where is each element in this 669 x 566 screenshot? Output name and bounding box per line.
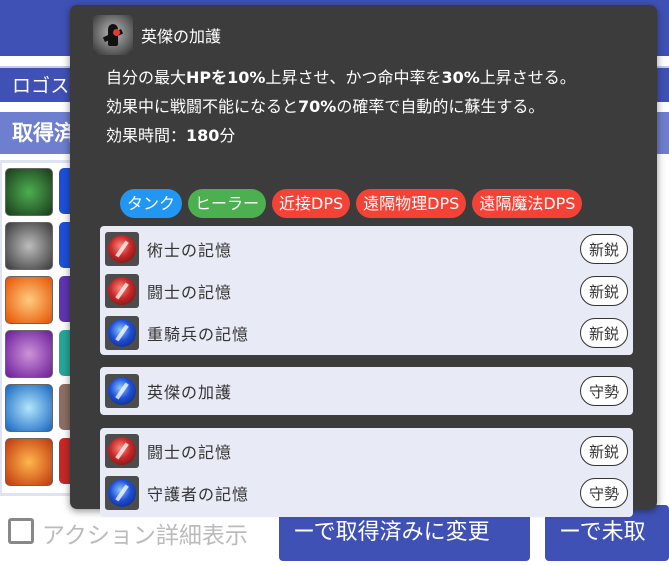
memory-name: 闘士の記憶 xyxy=(147,283,233,302)
role-tag-melee-dps: 近接DPS xyxy=(272,189,351,218)
red-memory-icon xyxy=(105,274,139,308)
category-badge: 新鋭 xyxy=(580,436,628,466)
skill-icon[interactable] xyxy=(5,438,53,486)
skill-icon[interactable] xyxy=(5,276,53,324)
list-item: 術士の記憶 新鋭 xyxy=(105,231,628,267)
role-tags: タンク ヒーラー 近接DPS 遠隔物理DPS 遠隔魔法DPS xyxy=(120,189,583,218)
blue-memory-icon xyxy=(105,316,139,350)
memory-name: 英傑の加護 xyxy=(147,383,233,402)
skill-icon[interactable] xyxy=(5,384,53,432)
category-badge: 新鋭 xyxy=(580,318,628,348)
skill-icon[interactable] xyxy=(5,222,53,270)
role-tag-tank: タンク xyxy=(120,189,183,218)
blue-memory-icon xyxy=(105,476,139,510)
memory-name: 闘士の記憶 xyxy=(147,443,233,462)
memory-group-1: 術士の記憶 新鋭 闘士の記憶 新鋭 重騎兵の記憶 新鋭 xyxy=(100,226,633,355)
detail-checkbox[interactable] xyxy=(8,518,34,544)
desc-line-2: 効果中に戦闘不能になると70%の確率で自動的に蘇生する。 xyxy=(106,97,545,116)
red-memory-icon xyxy=(105,232,139,266)
list-item: 重騎兵の記憶 新鋭 xyxy=(105,315,628,351)
hero-figure-icon xyxy=(93,15,133,55)
skill-icon[interactable] xyxy=(5,168,53,216)
role-tag-ranged-physical-dps: 遠隔物理DPS xyxy=(356,189,467,218)
desc-line-1: 自分の最大HPを10%上昇させ、かつ命中率を30%上昇させる。 xyxy=(106,68,576,87)
memory-name: 守護者の記憶 xyxy=(147,485,250,504)
desc-duration: 効果時間：180分 xyxy=(106,126,236,145)
list-item: 守護者の記憶 守勢 xyxy=(105,475,628,511)
role-tag-ranged-magic-dps: 遠隔魔法DPS xyxy=(472,189,583,218)
skill-icon[interactable] xyxy=(5,330,53,378)
skill-tooltip: 英傑の加護 自分の最大HPを10%上昇させ、かつ命中率を30%上昇させる。 効果… xyxy=(70,5,657,517)
category-badge: 守勢 xyxy=(580,376,628,406)
list-item: 闘士の記憶 新鋭 xyxy=(105,273,628,309)
tooltip-header: 英傑の加護 xyxy=(93,15,221,55)
skill-grid-panel xyxy=(2,163,73,493)
list-item: 英傑の加護 守勢 xyxy=(105,373,628,409)
role-tag-healer: ヒーラー xyxy=(188,189,267,218)
memory-name: 術士の記憶 xyxy=(147,241,233,260)
list-item: 闘士の記憶 新鋭 xyxy=(105,433,628,469)
memory-group-2: 英傑の加護 守勢 xyxy=(100,367,633,415)
category-badge: 新鋭 xyxy=(580,234,628,264)
memory-name: 重騎兵の記憶 xyxy=(147,325,250,344)
detail-checkbox-label: アクション詳細表示 xyxy=(42,523,248,549)
category-badge: 守勢 xyxy=(580,478,628,508)
tooltip-description: 自分の最大HPを10%上昇させ、かつ命中率を30%上昇させる。 効果中に戦闘不能… xyxy=(106,63,626,150)
memory-group-3: 闘士の記憶 新鋭 守護者の記憶 守勢 xyxy=(100,428,633,517)
category-badge: 新鋭 xyxy=(580,276,628,306)
red-memory-icon xyxy=(105,434,139,468)
blue-memory-icon xyxy=(105,374,139,408)
tooltip-title: 英傑の加護 xyxy=(141,27,222,46)
